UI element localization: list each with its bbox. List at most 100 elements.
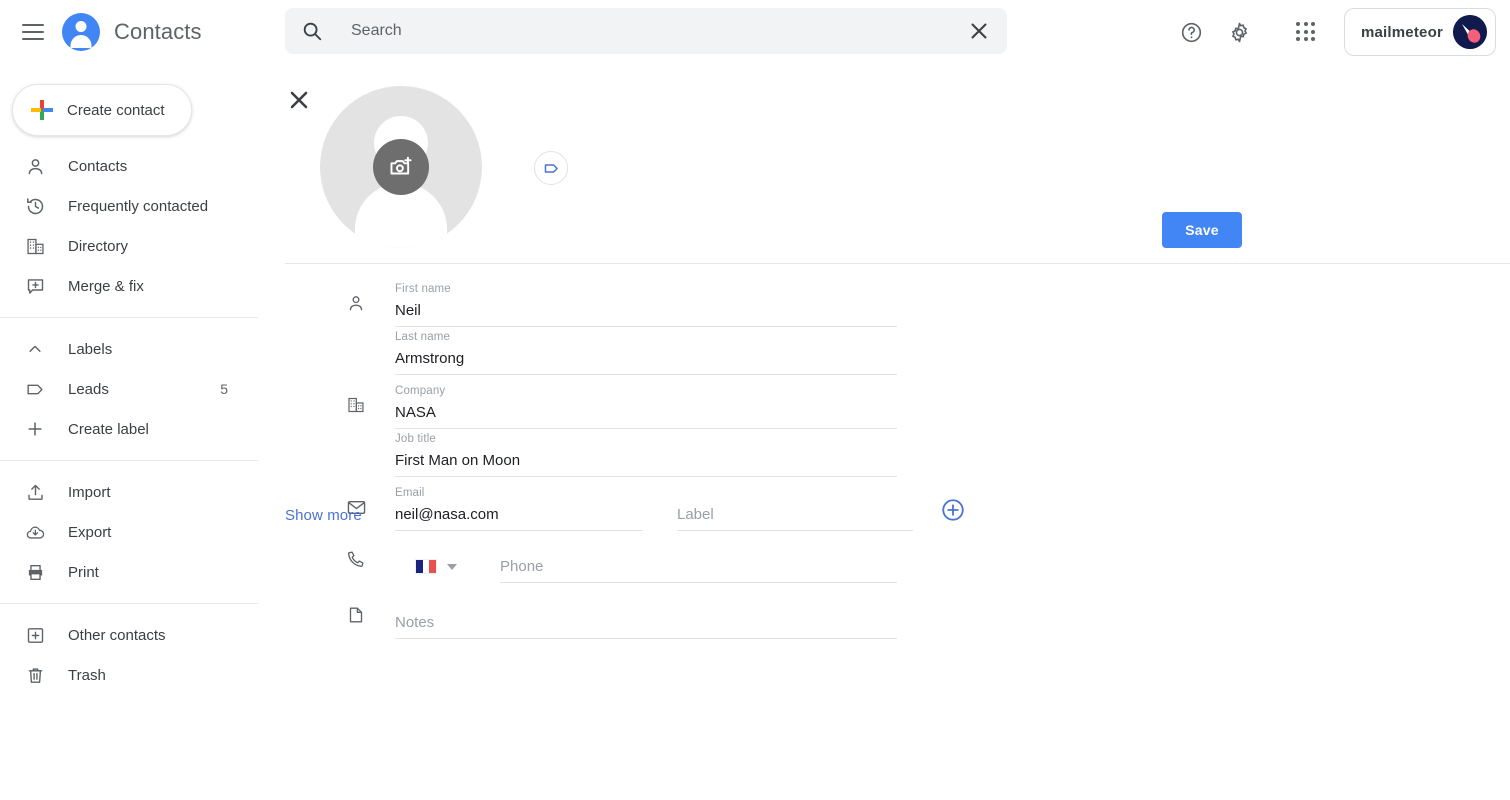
hamburger-icon[interactable] [22, 19, 48, 45]
hamburger-bar [22, 24, 44, 26]
contacts-logo-icon [62, 13, 100, 51]
sidebar-group-tools: Import Export Print [0, 472, 260, 592]
label-tag-icon [24, 378, 46, 400]
close-icon[interactable] [285, 86, 313, 114]
sidebar-divider [0, 603, 258, 604]
sidebar-item-label: Create label [68, 420, 149, 438]
sidebar-item-directory[interactable]: Directory [0, 226, 260, 266]
plus-icon [31, 99, 53, 121]
sidebar-item-label: Leads [68, 380, 109, 398]
notes-field[interactable]: Notes [395, 595, 897, 639]
first-name-field[interactable]: First name Neil [395, 283, 897, 327]
sidebar-item-label: Contacts [68, 157, 128, 175]
print-icon [24, 561, 46, 583]
form-row-first-name: First name Neil [285, 279, 1510, 327]
gear-icon[interactable] [1216, 8, 1264, 56]
first-name-label: First name [395, 283, 451, 295]
last-name-value: Armstrong [395, 350, 465, 367]
sidebar: Create contact Contacts Frequently conta… [0, 64, 260, 800]
apps-grid-icon[interactable] [1282, 8, 1330, 56]
form-row-last-name: Last name Armstrong [285, 327, 1510, 375]
sidebar-item-create-label[interactable]: Create label [0, 409, 260, 449]
history-icon [24, 195, 46, 217]
first-name-value: Neil [395, 302, 421, 319]
phone-field[interactable]: Phone [500, 539, 897, 583]
contact-photo-row [320, 86, 568, 248]
person-icon [24, 155, 46, 177]
top-bar-actions: mailmeteor [1168, 0, 1510, 64]
account-chip[interactable]: mailmeteor [1343, 8, 1496, 56]
email-value: neil@nasa.com [395, 506, 499, 523]
form-row-company: Company NASA [285, 381, 1510, 429]
email-field[interactable]: Email neil@nasa.com [395, 487, 643, 531]
email-label-field[interactable]: Label [677, 487, 913, 531]
person-icon [345, 292, 367, 314]
form-row-email: Email neil@nasa.com Label [285, 483, 1510, 531]
sidebar-item-label: Directory [68, 237, 129, 255]
add-circle-icon[interactable] [940, 497, 966, 523]
sidebar-item-import[interactable]: Import [0, 472, 260, 512]
contact-photo[interactable] [320, 86, 482, 248]
company-value: NASA [395, 404, 436, 421]
sidebar-item-merge-and-fix[interactable]: Merge & fix [0, 266, 260, 306]
email-label-placeholder: Label [677, 506, 714, 523]
chevron-up-icon [24, 338, 46, 360]
form-row-notes: Notes [285, 591, 1510, 639]
create-contact-button[interactable]: Create contact [12, 84, 192, 136]
sidebar-item-leads[interactable]: Leads 5 [0, 369, 260, 409]
other-contacts-icon [24, 624, 46, 646]
sidebar-item-label: Export [68, 523, 112, 541]
sidebar-item-frequently-contacted[interactable]: Frequently contacted [0, 186, 260, 226]
sidebar-divider [0, 317, 258, 318]
account-name: mailmeteor [1360, 23, 1443, 41]
phone-icon [345, 548, 367, 570]
page-title: Contacts [114, 19, 202, 44]
company-field[interactable]: Company NASA [395, 385, 897, 429]
label-tag-icon [544, 163, 558, 173]
sidebar-item-export[interactable]: Export [0, 512, 260, 552]
note-icon [345, 604, 367, 626]
sidebar-item-label: Labels [68, 340, 113, 358]
phone-country-select[interactable] [415, 559, 457, 574]
search-clear-icon[interactable] [967, 19, 991, 43]
last-name-field[interactable]: Last name Armstrong [395, 331, 897, 375]
plus-icon [24, 418, 46, 440]
sidebar-item-contacts[interactable]: Contacts [0, 146, 260, 186]
sidebar-item-print[interactable]: Print [0, 552, 260, 592]
job-title-field[interactable]: Job title First Man on Moon [395, 433, 897, 477]
job-title-value: First Man on Moon [395, 452, 521, 469]
email-label: Email [395, 487, 425, 499]
app-brand[interactable]: Contacts [62, 13, 202, 51]
notes-placeholder: Notes [395, 614, 435, 631]
import-icon [24, 481, 46, 503]
sidebar-group-other: Other contacts Trash [0, 615, 260, 695]
avatar[interactable] [1453, 15, 1487, 49]
export-cloud-icon [24, 521, 46, 543]
contact-form: First name Neil Last name Armstrong Comp… [285, 279, 1510, 639]
add-photo-camera-icon[interactable] [373, 139, 429, 195]
sidebar-group-main: Contacts Frequently contacted Directory … [0, 136, 260, 306]
building-icon [345, 394, 367, 416]
company-label: Company [395, 385, 446, 397]
save-button[interactable]: Save [1162, 212, 1242, 248]
contact-editor-panel: Save First name Neil Last name Armstrong… [260, 64, 1510, 800]
sidebar-item-count: 5 [220, 381, 228, 397]
create-contact-label: Create contact [67, 101, 165, 119]
sidebar-item-trash[interactable]: Trash [0, 655, 260, 695]
contacts-app: Contacts Search mailmeteor Create contac… [0, 0, 1510, 800]
add-label-button[interactable] [534, 151, 568, 185]
merge-fix-icon [24, 275, 46, 297]
search-bar[interactable] [285, 8, 1007, 54]
show-more-link[interactable]: Show more [285, 507, 362, 524]
chevron-down-icon [447, 563, 457, 570]
sidebar-item-label: Merge & fix [68, 277, 144, 295]
search-icon [301, 20, 323, 42]
form-row-job-title: Job title First Man on Moon [285, 429, 1510, 477]
sidebar-item-other-contacts[interactable]: Other contacts [0, 615, 260, 655]
help-icon[interactable] [1168, 8, 1216, 56]
last-name-label: Last name [395, 331, 451, 343]
sidebar-item-labels[interactable]: Labels [0, 329, 260, 369]
search-input[interactable] [349, 8, 967, 54]
form-row-phone: Phone [285, 535, 1510, 583]
phone-placeholder: Phone [500, 558, 544, 575]
